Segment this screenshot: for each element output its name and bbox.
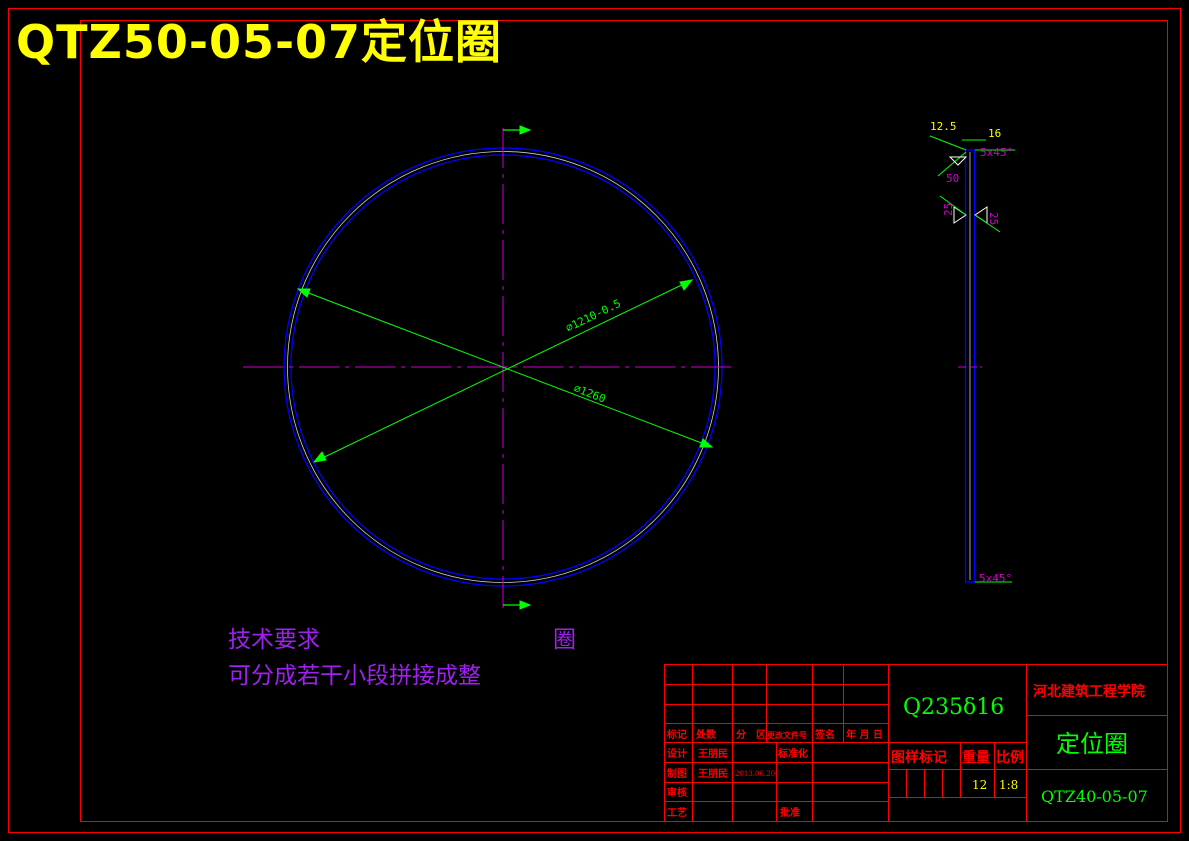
drawing-no-text: QTZ40-05-07 <box>1041 787 1148 806</box>
row-design: 设计 <box>667 747 687 760</box>
row-check: 审核 <box>667 786 687 799</box>
row-craft: 工艺 <box>667 806 687 819</box>
outer-border <box>8 8 1181 833</box>
tech-requirements-heading: 技术要求 <box>228 627 320 653</box>
drawing-title: QTZ50-05-07定位圈 <box>16 15 503 69</box>
hdr-count: 处数 <box>695 728 717 741</box>
material-text: Q235δ16 <box>903 695 1004 720</box>
front-view: ⌀1210-0.5 ⌀1260 <box>243 125 735 610</box>
designer-name: 王朋民 <box>698 748 728 760</box>
drafter-name: 王朋民 <box>698 768 728 780</box>
dim-weld-text: 50 <box>946 172 959 185</box>
row-draw: 制图 <box>667 767 687 780</box>
dim-chamfer-top-text: 5x45° <box>980 146 1013 159</box>
dim-outer-text: ⌀1260 <box>572 382 608 406</box>
drawing-sheet: ⌀1210-0.5 ⌀1260 12.5 16 5x45° 50 25 25 5… <box>8 8 1181 833</box>
dim-right-text: 25 <box>987 212 1000 225</box>
weight-value: 12 <box>972 778 987 792</box>
weld-symbol-left <box>953 206 967 224</box>
std-label: 标准化 <box>777 747 808 760</box>
dim-inner-text: ⌀1210-0.5 <box>564 297 623 335</box>
part-name-text: 定位圈 <box>1056 730 1128 758</box>
dim-width-line <box>929 135 967 151</box>
stage-mark-label: 图样标记 <box>891 749 947 766</box>
inner-border <box>80 20 1168 822</box>
section-arrow-bottom <box>503 600 532 610</box>
hdr-zone: 分 区 <box>736 728 766 741</box>
title-block-text: Q235δ16 河北建筑工程学院 定位圈 QTZ40-05-07 标记 处数 分… <box>666 683 1148 819</box>
approve-label: 批准 <box>780 806 800 819</box>
hdr-sign: 签名 <box>814 728 835 741</box>
dim-left-text: 25 <box>942 203 955 216</box>
weld-symbol-right <box>974 206 988 224</box>
scale-label: 比例 <box>996 749 1024 766</box>
tech-requirements-line1: 可分成若干小段拼接成整 <box>228 663 481 689</box>
section-arrow-top <box>503 125 532 135</box>
scale-value: 1:8 <box>999 778 1018 792</box>
dim-width-text: 12.5 <box>930 120 957 133</box>
dim-chamfer-bottom-text: 5x45° <box>979 572 1012 585</box>
school-text: 河北建筑工程学院 <box>1033 683 1145 700</box>
side-view: 12.5 16 5x45° 50 25 25 5x45° <box>929 120 1015 585</box>
weight-label: 重量 <box>962 749 990 766</box>
dim-line-outer <box>296 288 714 448</box>
hdr-mark: 标记 <box>666 728 687 741</box>
hdr-date: 年 月 日 <box>846 728 883 741</box>
tech-requirements-suffix: 圈 <box>553 627 576 653</box>
dim-thickness-text: 16 <box>988 127 1001 140</box>
draw-date: 2013.06.20 <box>735 770 775 778</box>
hdr-doc: 更改文件号 <box>767 730 807 740</box>
